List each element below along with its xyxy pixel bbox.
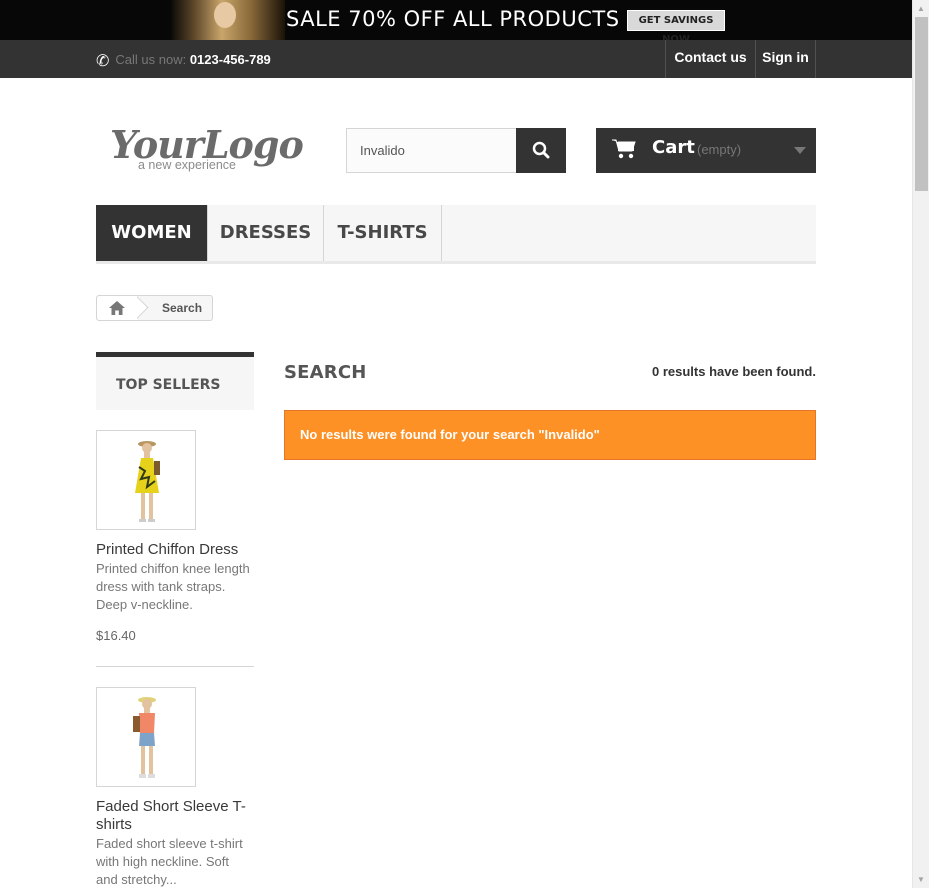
cart-label: Cart [652, 137, 695, 158]
banner-text: SALE 70% OFF ALL PRODUCTS [286, 7, 620, 31]
page-title: SEARCH [284, 362, 367, 383]
call-us-info: ✆ Call us now: 0123-456-789 [96, 51, 271, 71]
phone-icon: ✆ [96, 53, 110, 70]
top-sellers-title: TOP SELLERS [116, 377, 221, 393]
top-nav-bar: ✆ Call us now: 0123-456-789 Contact us Si… [0, 40, 912, 78]
product-price: $16.40 [96, 628, 136, 643]
home-icon [109, 301, 125, 315]
phone-number: 0123-456-789 [189, 52, 271, 67]
product-image[interactable] [96, 687, 196, 787]
list-item: Printed Chiffon Dress Printed chiffon kn… [96, 430, 254, 643]
main-menu: WOMEN DRESSES T-SHIRTS [96, 205, 816, 264]
search-input[interactable]: Invalido [346, 128, 517, 173]
result-count: 0 results have been found. [652, 364, 816, 379]
contact-us-link[interactable]: Contact us [665, 40, 755, 78]
menu-item-t-shirts[interactable]: T-SHIRTS [324, 205, 442, 261]
chevron-down-icon [794, 147, 806, 154]
search-button[interactable] [516, 128, 566, 173]
scrollbar-thumb[interactable] [915, 17, 928, 191]
sign-in-link[interactable]: Sign in [755, 40, 816, 78]
product-name[interactable]: Printed Chiffon Dress [96, 541, 254, 559]
product-description: Faded short sleeve t-shirt with high nec… [96, 836, 243, 887]
site-logo[interactable]: YourLogo a new experience [110, 122, 304, 177]
scroll-up-arrow-icon[interactable]: ▲ [913, 0, 929, 17]
scroll-down-arrow-icon[interactable]: ▼ [913, 871, 929, 888]
page-scrollbar[interactable]: ▲ ▼ [912, 0, 929, 888]
no-results-alert: No results were found for your search "I… [284, 410, 816, 460]
breadcrumb-current: Search [162, 301, 203, 315]
dress-model-image [135, 441, 160, 522]
banner-model-image [170, 0, 285, 40]
cart-status: (empty) [697, 142, 742, 157]
product-divider [96, 666, 254, 667]
top-sellers-heading[interactable]: TOP SELLERS [96, 352, 254, 410]
search-icon [532, 141, 550, 159]
breadcrumb: Search [96, 295, 213, 321]
shopping-cart-icon [612, 139, 636, 159]
promo-banner[interactable]: SALE 70% OFF ALL PRODUCTS GET SAVINGS NO… [0, 0, 912, 40]
product-image[interactable] [96, 430, 196, 530]
product-description: Printed chiffon knee length dress with t… [96, 561, 250, 612]
product-name[interactable]: Faded Short Sleeve T-shirts [96, 798, 254, 834]
menu-item-dresses[interactable]: DRESSES [208, 205, 324, 261]
cart-button[interactable]: Cart (empty) [596, 128, 816, 173]
t-shirt-model-image [133, 697, 156, 778]
list-item: Faded Short Sleeve T-shirts Faded short … [96, 687, 254, 888]
logo-tagline: a new experience [138, 158, 236, 172]
call-us-label: Call us now: [115, 52, 190, 67]
get-savings-button[interactable]: GET SAVINGS NOW [627, 10, 725, 40]
menu-item-women[interactable]: WOMEN [96, 205, 208, 261]
breadcrumb-home[interactable] [97, 296, 137, 320]
